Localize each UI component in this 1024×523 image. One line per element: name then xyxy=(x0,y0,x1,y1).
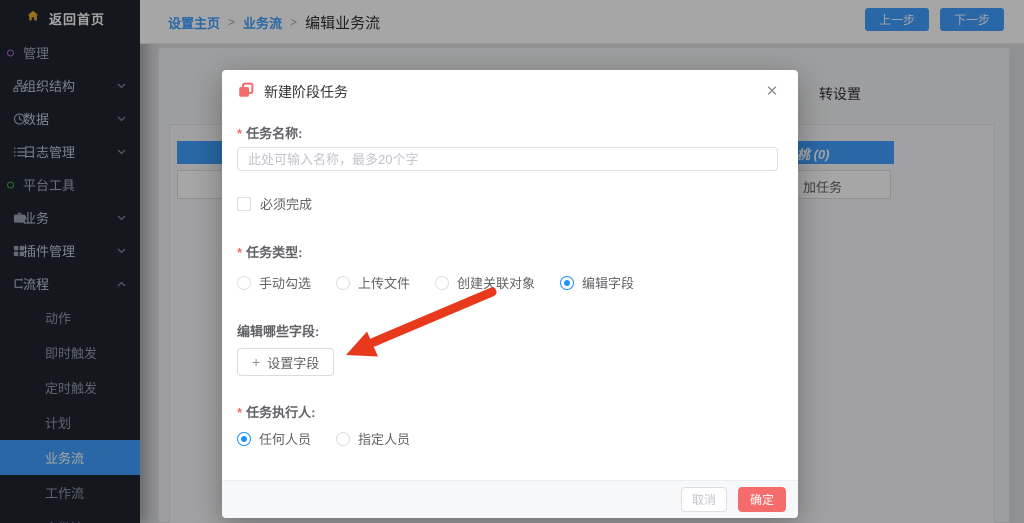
edit-fields-label: 编辑哪些字段: xyxy=(237,321,319,340)
set-fields-button[interactable]: + 设置字段 xyxy=(237,348,334,376)
must-complete-label: 必须完成 xyxy=(260,194,312,213)
required-marker: * xyxy=(237,245,242,260)
must-complete-option[interactable]: 必须完成 xyxy=(237,194,312,213)
task-type-radio-group: 手动勾选 上传文件 创建关联对象 编辑字段 xyxy=(237,273,634,292)
modal-footer: 取消 确定 xyxy=(222,480,798,518)
radio-option-edit-fields[interactable]: 编辑字段 xyxy=(560,273,634,292)
confirm-button[interactable]: 确定 xyxy=(738,487,786,512)
radio-icon[interactable] xyxy=(435,276,449,290)
task-executor-radio-group: 任何人员 指定人员 xyxy=(237,429,410,448)
radio-label: 指定人员 xyxy=(358,429,410,448)
required-marker: * xyxy=(237,405,242,420)
radio-icon[interactable] xyxy=(336,432,350,446)
plus-icon: + xyxy=(252,354,260,370)
task-name-input[interactable] xyxy=(237,147,778,171)
radio-label: 任何人员 xyxy=(259,429,311,448)
app-root: 返回首页 管理 组织结构 数据 xyxy=(0,0,1024,523)
radio-option-specified-person[interactable]: 指定人员 xyxy=(336,429,410,448)
radio-icon[interactable] xyxy=(237,276,251,290)
set-fields-button-label: 设置字段 xyxy=(267,353,319,372)
cancel-button[interactable]: 取消 xyxy=(681,487,727,512)
required-marker: * xyxy=(237,126,242,141)
radio-selected-icon[interactable] xyxy=(237,432,251,446)
radio-selected-icon[interactable] xyxy=(560,276,574,290)
checkbox-icon[interactable] xyxy=(237,197,251,211)
radio-option-create-relation[interactable]: 创建关联对象 xyxy=(435,273,535,292)
radio-label: 编辑字段 xyxy=(582,273,634,292)
task-type-label: *任务类型: xyxy=(237,242,302,261)
radio-icon[interactable] xyxy=(336,276,350,290)
modal-body: *任务名称: 必须完成 *任务类型: 手动勾选 上传文件 xyxy=(222,70,798,518)
task-name-label: *任务名称: xyxy=(237,123,302,142)
new-stage-task-modal: 新建阶段任务 ✕ *任务名称: 必须完成 *任务类型: 手动勾选 xyxy=(222,70,798,518)
radio-option-manual-check[interactable]: 手动勾选 xyxy=(237,273,311,292)
radio-option-any-person[interactable]: 任何人员 xyxy=(237,429,311,448)
radio-option-upload-file[interactable]: 上传文件 xyxy=(336,273,410,292)
radio-label: 手动勾选 xyxy=(259,273,311,292)
radio-label: 创建关联对象 xyxy=(457,273,535,292)
task-executor-label: *任务执行人: xyxy=(237,402,315,421)
radio-label: 上传文件 xyxy=(358,273,410,292)
